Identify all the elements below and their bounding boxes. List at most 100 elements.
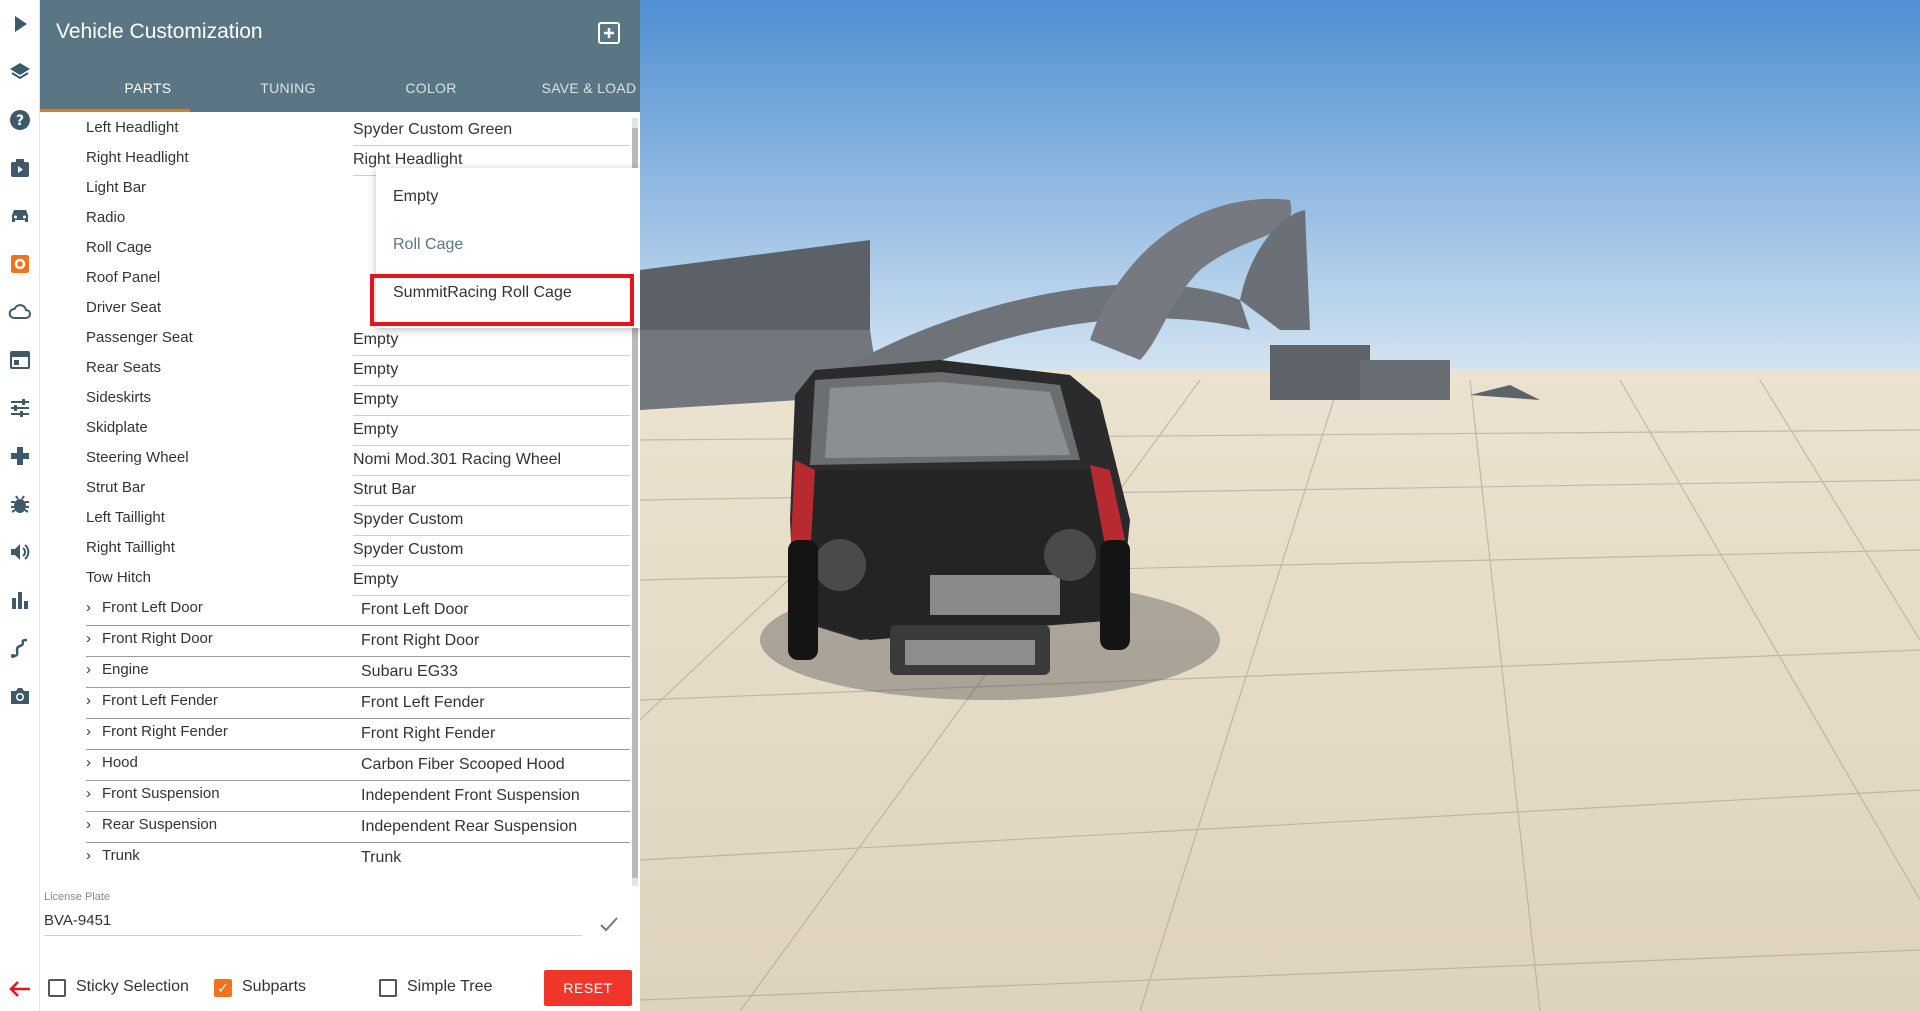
car-icon[interactable] xyxy=(6,202,34,230)
subpart-select[interactable]: Front Left Door▼ xyxy=(361,601,630,626)
tab-parts[interactable]: PARTS xyxy=(83,74,213,112)
subpart-row[interactable]: ›Front Left FenderFront Left Fender▼ xyxy=(40,689,630,719)
scenario-icon[interactable] xyxy=(6,154,34,182)
subparts-label: Subparts xyxy=(242,978,307,995)
subpart-select[interactable]: Front Right Door▼ xyxy=(361,632,630,657)
part-label: Roof Panel xyxy=(86,269,161,286)
part-select[interactable]: Empty▼ xyxy=(353,331,630,356)
subpart-value: Front Right Door xyxy=(361,632,480,649)
chevron-right-icon[interactable]: › xyxy=(86,661,91,678)
license-plate-input[interactable]: BVA-9451 xyxy=(44,912,582,936)
part-select[interactable]: Empty▼ xyxy=(353,571,630,596)
subpart-label: Rear Suspension xyxy=(102,816,218,833)
subpart-select[interactable]: Independent Front Suspension▼ xyxy=(361,787,630,812)
subpart-value: Front Left Fender xyxy=(361,694,485,711)
part-label: Driver Seat xyxy=(86,299,162,316)
part-label: Right Taillight xyxy=(86,539,175,556)
part-value: Empty xyxy=(353,571,399,588)
stats-icon[interactable] xyxy=(6,586,34,614)
svg-text:?: ? xyxy=(16,113,24,129)
part-select[interactable]: Empty▼ xyxy=(353,421,630,446)
game-viewport[interactable] xyxy=(640,0,1920,1011)
subpart-row[interactable]: › Front Suspension Independent Front Suspe… xyxy=(40,782,630,812)
subpart-select[interactable]: Independent Rear Suspension▼ xyxy=(361,818,630,843)
sliders-icon[interactable] xyxy=(6,394,34,422)
subpart-value: Front Right Fender xyxy=(361,725,496,742)
play-icon[interactable] xyxy=(6,10,34,38)
help-icon[interactable]: ? xyxy=(6,106,34,134)
part-label: Left Taillight xyxy=(86,509,165,526)
subpart-row[interactable]: › Front Right DoorFront Right Door▼ xyxy=(40,627,630,657)
path-icon[interactable] xyxy=(6,634,34,662)
option-empty[interactable]: Empty xyxy=(393,188,438,206)
chevron-right-icon[interactable]: › xyxy=(86,692,91,709)
subpart-row[interactable]: › Hood Carbon Fiber Scooped Hood▼ xyxy=(40,751,630,781)
subpart-row[interactable]: › Rear Suspension Independent Rear Suspens… xyxy=(40,813,630,843)
sound-icon[interactable] xyxy=(6,538,34,566)
row-divider xyxy=(86,842,630,843)
subpart-row[interactable]: › TrunkTrunk▼ xyxy=(40,844,630,872)
part-select[interactable]: Empty▼ xyxy=(353,391,630,416)
part-select[interactable]: Empty▼ xyxy=(353,361,630,386)
subparts-checkbox[interactable]: ✓ xyxy=(214,979,232,997)
part-value: Empty xyxy=(353,361,399,378)
part-label: Roll Cage xyxy=(86,239,152,256)
chevron-right-icon[interactable]: › xyxy=(86,723,91,740)
check-icon[interactable] xyxy=(598,913,620,935)
part-select[interactable]: Nomi Mod.301 Racing Wheel▼ xyxy=(353,451,630,476)
option-roll-cage[interactable]: Roll Cage xyxy=(393,236,463,254)
tab-save-load[interactable]: SAVE & LOAD xyxy=(524,74,654,112)
subpart-select[interactable]: Trunk▼ xyxy=(361,849,630,872)
subpart-label: Engine xyxy=(102,661,149,678)
chevron-right-icon[interactable]: › xyxy=(86,599,91,616)
add-window-icon[interactable] xyxy=(598,22,620,44)
sticky-selection-checkbox[interactable] xyxy=(48,979,66,997)
gamepad-icon[interactable] xyxy=(6,442,34,470)
tab-color[interactable]: COLOR xyxy=(366,74,496,112)
part-value: Empty xyxy=(353,391,399,408)
window-icon[interactable] xyxy=(6,346,34,374)
highlight-box xyxy=(370,274,634,326)
chevron-right-icon[interactable]: › xyxy=(86,785,91,802)
part-value: Spyder Custom xyxy=(353,511,464,528)
part-select[interactable]: Spyder Custom Green▼ xyxy=(353,121,630,146)
part-value: Nomi Mod.301 Racing Wheel xyxy=(353,451,562,468)
part-select[interactable]: Spyder Custom▼ xyxy=(353,541,630,566)
row-divider xyxy=(86,811,630,812)
subpart-select[interactable]: Subaru EG33▼ xyxy=(361,663,630,688)
part-label: Light Bar xyxy=(86,179,147,196)
subpart-row[interactable]: › Front Right FenderFront Right Fender▼ xyxy=(40,720,630,750)
cloud-icon[interactable] xyxy=(6,298,34,326)
part-row: Left Taillight Spyder Custom▼ xyxy=(40,506,630,536)
part-label: Tow Hitch xyxy=(86,569,152,586)
subpart-select[interactable]: Front Right Fender▼ xyxy=(361,725,630,750)
subpart-label: Front Left Fender xyxy=(102,692,218,709)
row-divider xyxy=(86,718,630,719)
part-row: Skidplate Empty▼ xyxy=(40,416,630,446)
tab-tuning[interactable]: TUNING xyxy=(223,74,353,112)
bug-icon[interactable] xyxy=(6,490,34,518)
part-select[interactable]: Strut Bar▼ xyxy=(353,481,630,506)
chevron-right-icon[interactable]: › xyxy=(86,754,91,771)
camera-icon[interactable] xyxy=(6,682,34,710)
back-arrow-icon[interactable] xyxy=(6,975,34,1003)
subpart-select[interactable]: Front Left Fender▼ xyxy=(361,694,630,719)
row-divider xyxy=(86,656,630,657)
license-plate-label: License Plate xyxy=(44,891,111,903)
subpart-value: Trunk xyxy=(361,849,402,866)
reset-button[interactable]: RESET xyxy=(544,970,632,1006)
layers-icon[interactable] xyxy=(6,58,34,86)
subpart-select[interactable]: Carbon Fiber Scooped Hood▼ xyxy=(361,756,630,781)
row-divider xyxy=(86,625,630,626)
subpart-row[interactable]: › Engine Subaru EG33▼ xyxy=(40,658,630,688)
chevron-right-icon[interactable]: › xyxy=(86,630,91,647)
part-row: Tow Hitch Empty▼ xyxy=(40,566,630,596)
subpart-value: Subaru EG33 xyxy=(361,663,458,680)
simple-tree-checkbox[interactable] xyxy=(379,979,397,997)
part-select[interactable]: Spyder Custom▼ xyxy=(353,511,630,536)
vehicle-config-icon[interactable] xyxy=(6,250,34,278)
subpart-row[interactable]: ›Front Left DoorFront Left Door▼ xyxy=(40,596,630,626)
chevron-right-icon[interactable]: › xyxy=(86,816,91,833)
subpart-value: Independent Front Suspension xyxy=(361,787,580,804)
chevron-right-icon[interactable]: › xyxy=(86,847,91,864)
